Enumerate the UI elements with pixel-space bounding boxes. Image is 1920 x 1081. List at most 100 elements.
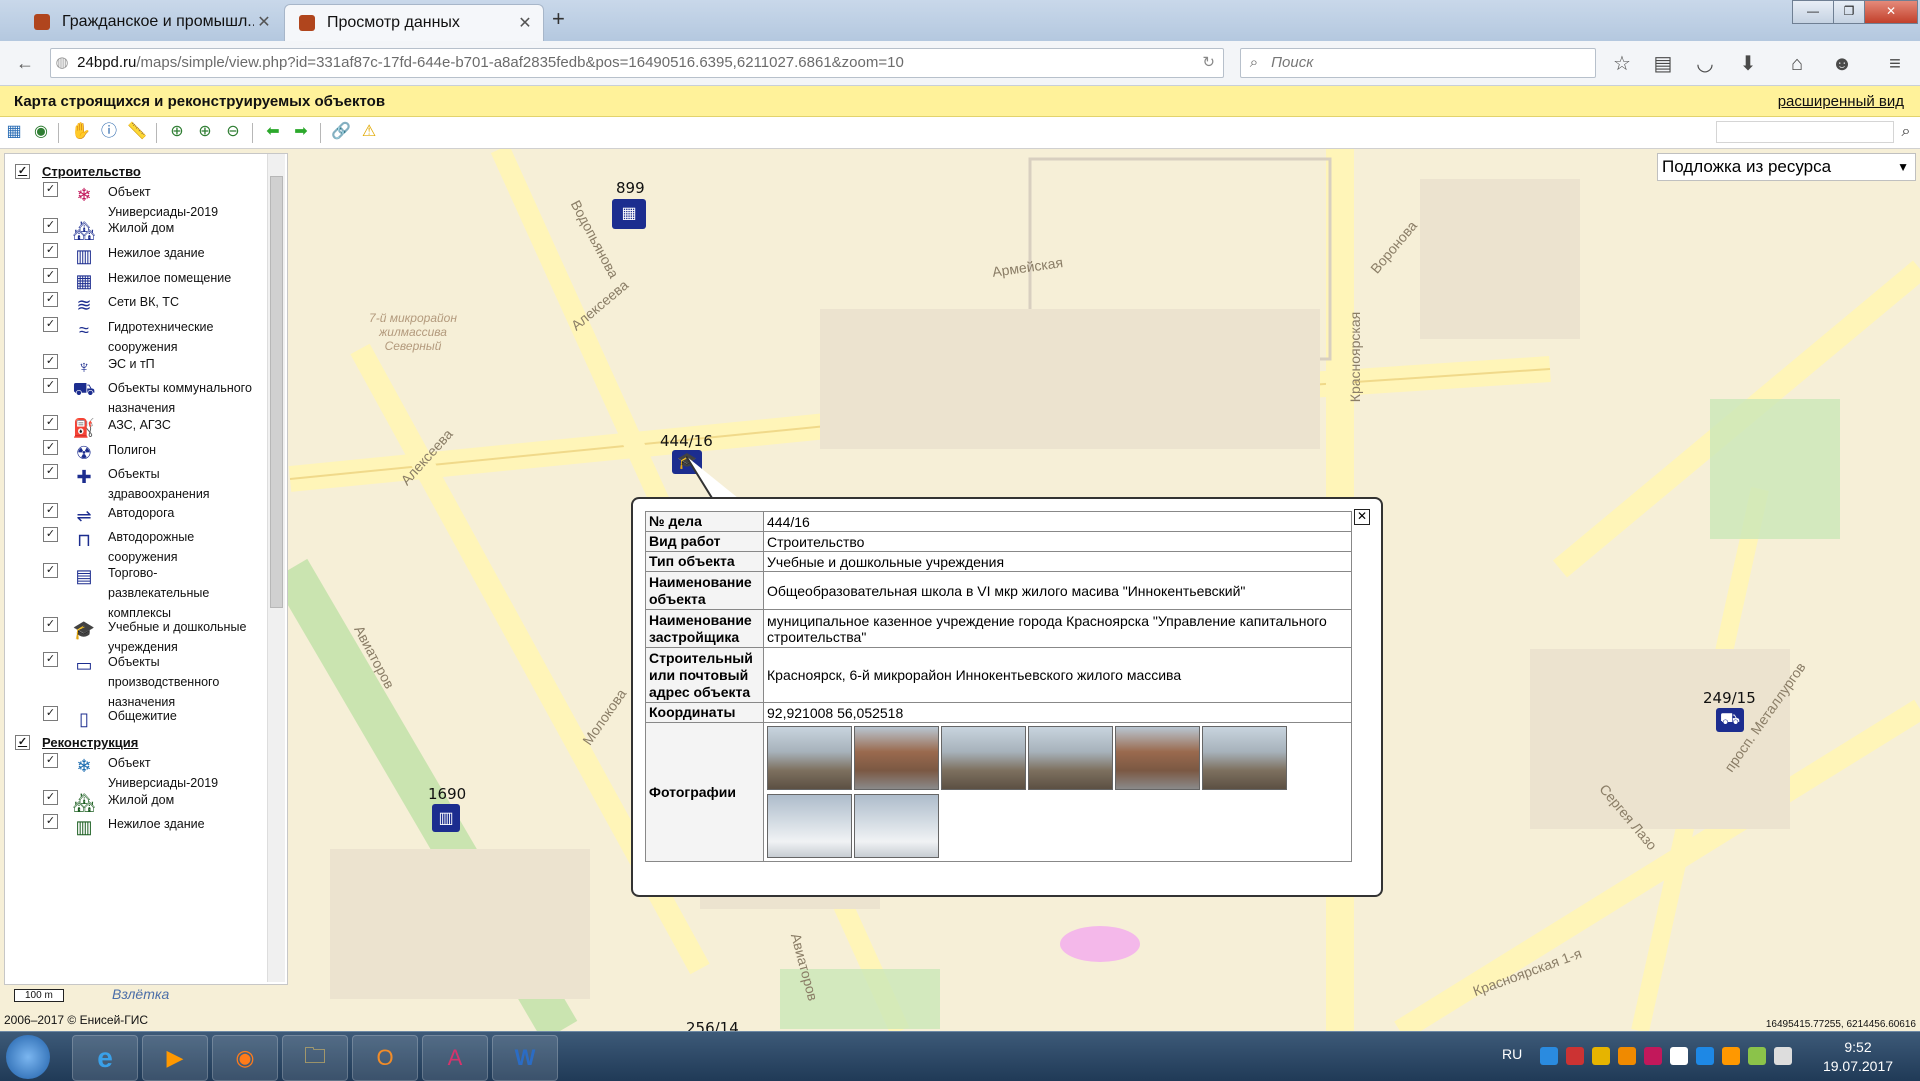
photo-thumbnail[interactable] <box>767 794 852 858</box>
tray-app-icon[interactable] <box>1696 1047 1714 1065</box>
layers-scrollbar-thumb[interactable] <box>270 176 283 608</box>
layer-item[interactable]: ✓ 🏘 Жилой дом <box>43 790 258 816</box>
bookmarks-list-icon[interactable]: ▤ <box>1650 51 1676 77</box>
layer-checkbox[interactable]: ✓ <box>43 440 58 455</box>
photo-thumbnail[interactable] <box>1115 726 1200 790</box>
layer-item[interactable]: ✓ ☢ Полигон <box>43 440 258 466</box>
construction-marker-icon[interactable]: ▦ <box>612 199 646 229</box>
tray-app-icon[interactable] <box>1566 1047 1584 1065</box>
bookmark-star-icon[interactable]: ☆ <box>1609 51 1635 77</box>
close-window-button[interactable]: ✕ <box>1864 0 1918 24</box>
utility-truck-marker-icon[interactable]: ⛟ <box>1716 708 1744 732</box>
popup-close-button[interactable]: ✕ <box>1354 509 1370 525</box>
layer-item[interactable]: ✓ ⛟ Объекты коммунального назначения <box>43 378 258 418</box>
layer-checkbox[interactable]: ✓ <box>43 218 58 233</box>
layer-checkbox[interactable]: ✓ <box>43 268 58 283</box>
layer-checkbox[interactable]: ✓ <box>43 706 58 721</box>
browser-tab-active[interactable]: Просмотр данных ✕ <box>284 4 544 41</box>
volume-icon[interactable] <box>1774 1047 1792 1065</box>
layer-item[interactable]: ✓ ≈ Гидротехнические сооружения <box>43 317 258 357</box>
previous-extent-arrow-icon[interactable]: ⬅ <box>262 121 284 143</box>
back-arrow-icon[interactable]: ← <box>12 50 38 76</box>
photo-thumbnail[interactable] <box>941 726 1026 790</box>
layer-item[interactable]: ✓ ▥ Нежилое здание <box>43 243 258 269</box>
layer-item[interactable]: ✓ ▥ Нежилое здание <box>43 814 258 840</box>
map-search-input[interactable] <box>1716 121 1894 143</box>
close-tab-icon[interactable]: ✕ <box>254 12 274 32</box>
layers-list-icon[interactable]: ▦ <box>3 121 25 143</box>
home-icon[interactable]: ⌂ <box>1784 51 1810 77</box>
layer-item[interactable]: ✓ ⇌ Автодорога <box>43 503 258 529</box>
layer-checkbox[interactable]: ✓ <box>43 182 58 197</box>
browser-tab-inactive[interactable]: Гражданское и промышл... ✕ <box>20 4 282 40</box>
layer-checkbox[interactable]: ✓ <box>43 652 58 667</box>
tray-app-icon[interactable] <box>1644 1047 1662 1065</box>
file-explorer-icon[interactable]: 🗀 <box>282 1035 348 1081</box>
reload-icon[interactable]: ↻ <box>1202 49 1215 77</box>
access-icon[interactable]: A <box>422 1035 488 1081</box>
internet-explorer-icon[interactable]: e <box>72 1035 138 1081</box>
menu-hamburger-icon[interactable]: ≡ <box>1882 51 1908 77</box>
layer-group-reconstruction[interactable]: ✓ Реконструкция <box>15 735 138 750</box>
layer-item[interactable]: ✓ 🏘 Жилой дом <box>43 218 258 244</box>
basemap-select[interactable]: Подложка из ресурса ▼ <box>1657 153 1916 181</box>
extended-view-link[interactable]: расширенный вид <box>1778 93 1904 110</box>
link-icon[interactable]: 🔗 <box>330 121 352 143</box>
layer-item[interactable]: ✓ ♆ ЭС и тП <box>43 354 258 380</box>
layer-item[interactable]: ✓ ▭ Объекты производственного назначения <box>43 652 258 712</box>
layer-checkbox[interactable]: ✓ <box>43 563 58 578</box>
minimize-button[interactable]: — <box>1792 0 1834 24</box>
layer-checkbox[interactable]: ✓ <box>43 415 58 430</box>
zoom-out-icon[interactable]: ⊖ <box>222 121 244 143</box>
chat-smiley-icon[interactable]: ☻ <box>1829 51 1855 77</box>
layer-checkbox[interactable]: ✓ <box>43 790 58 805</box>
photo-thumbnail[interactable] <box>854 794 939 858</box>
layer-checkbox[interactable]: ✓ <box>43 464 58 479</box>
layer-item[interactable]: ✓ ≋ Сети ВК, ТС <box>43 292 258 318</box>
ruler-measure-icon[interactable]: 📏 <box>126 121 148 143</box>
layer-item[interactable]: ✓ ⊓ Автодорожные сооружения <box>43 527 258 567</box>
photo-thumbnail[interactable] <box>1202 726 1287 790</box>
maximize-button[interactable]: ❐ <box>1833 0 1865 24</box>
pan-hand-icon[interactable]: ✋ <box>70 121 92 143</box>
action-center-flag-icon[interactable] <box>1670 1047 1688 1065</box>
photo-thumbnail[interactable] <box>854 726 939 790</box>
download-icon[interactable]: ⬇ <box>1735 51 1761 77</box>
system-clock[interactable]: 9:52 19.07.2017 <box>1810 1038 1906 1076</box>
tray-app-icon[interactable] <box>1618 1047 1636 1065</box>
network-icon[interactable] <box>1748 1047 1766 1065</box>
layer-item[interactable]: ✓ ⛽ АЗС, АГЗС <box>43 415 258 441</box>
layer-item[interactable]: ✓ ✚ Объекты здравоохранения <box>43 464 258 504</box>
layer-item[interactable]: ✓ ❄ Объект Универсиады-2019 <box>43 753 258 793</box>
layer-group-construction[interactable]: ✓ Строительство <box>15 164 141 179</box>
layer-checkbox[interactable]: ✓ <box>43 814 58 829</box>
layer-checkbox[interactable]: ✓ <box>43 317 58 332</box>
layer-checkbox[interactable]: ✓ <box>43 527 58 542</box>
layer-checkbox[interactable]: ✓ <box>43 292 58 307</box>
layer-checkbox[interactable]: ✓ <box>43 243 58 258</box>
language-indicator[interactable]: RU <box>1502 1046 1522 1062</box>
photo-thumbnail[interactable] <box>767 726 852 790</box>
layer-checkbox[interactable]: ✓ <box>43 503 58 518</box>
word-icon[interactable]: W <box>492 1035 558 1081</box>
outlook-icon[interactable]: O <box>352 1035 418 1081</box>
warning-icon[interactable]: ⚠ <box>358 121 380 143</box>
building-marker-icon[interactable]: ▥ <box>432 804 460 832</box>
layer-item[interactable]: ✓ ▤ Торгово-развлекательные комплексы <box>43 563 258 623</box>
layer-item[interactable]: ✓ ❄ Объект Универсиады-2019 <box>43 182 258 222</box>
map-search-icon[interactable]: ⌕ <box>1895 121 1917 143</box>
pocket-icon[interactable]: ◡ <box>1692 51 1718 77</box>
zoom-in-icon[interactable]: ⊕ <box>194 121 216 143</box>
tray-app-icon[interactable] <box>1592 1047 1610 1065</box>
zoom-box-icon[interactable]: ⊕ <box>166 121 188 143</box>
layer-checkbox[interactable]: ✓ <box>43 617 58 632</box>
browser-search-field[interactable]: ⌕ Поиск <box>1240 48 1596 78</box>
tray-app-icon[interactable] <box>1722 1047 1740 1065</box>
new-tab-button[interactable]: + <box>552 6 565 32</box>
address-bar[interactable]: ◍ 24bpd.ru/maps/simple/view.php?id=331af… <box>50 48 1224 78</box>
layer-checkbox[interactable]: ✓ <box>43 753 58 768</box>
media-player-icon[interactable]: ▶ <box>142 1035 208 1081</box>
layer-item[interactable]: ✓ 🎓 Учебные и дошкольные учреждения <box>43 617 258 657</box>
layer-item[interactable]: ✓ ▯ Общежитие <box>43 706 258 732</box>
layer-checkbox[interactable]: ✓ <box>43 354 58 369</box>
